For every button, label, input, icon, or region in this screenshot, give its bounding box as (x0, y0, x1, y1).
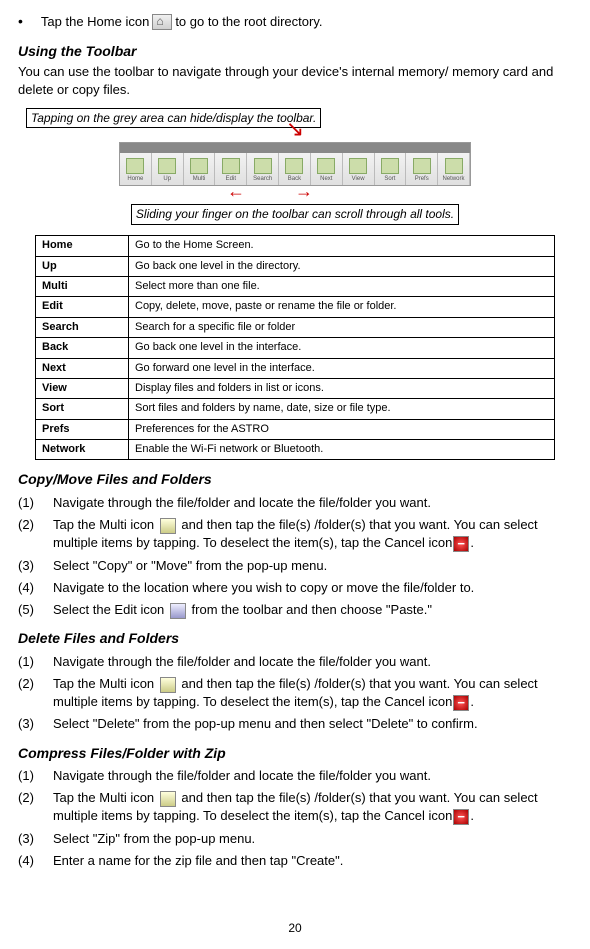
cancel-icon (453, 536, 469, 552)
list-item: Navigate through the file/folder and loc… (18, 767, 572, 785)
heading-using-toolbar: Using the Toolbar (18, 42, 572, 62)
tb-sort: Sort (375, 143, 407, 185)
callout-bottom: Sliding your finger on the toolbar can s… (131, 204, 459, 225)
tb-back: Back (279, 143, 311, 185)
page-number: 20 (18, 920, 572, 937)
compress-steps: Navigate through the file/folder and loc… (18, 767, 572, 870)
table-row: NetworkEnable the Wi-Fi network or Bluet… (36, 440, 555, 460)
list-item: Tap the Multi icon and then tap the file… (18, 675, 572, 711)
callout-bottom-wrap: Sliding your finger on the toolbar can s… (18, 204, 572, 225)
edit-icon (170, 603, 186, 619)
arrows-left-right-icon: ←→ (18, 186, 572, 200)
table-row: SortSort files and folders by name, date… (36, 399, 555, 419)
table-row: UpGo back one level in the directory. (36, 256, 555, 276)
list-item: Navigate through the file/folder and loc… (18, 653, 572, 671)
tb-search: Search (247, 143, 279, 185)
tb-multi: Multi (184, 143, 216, 185)
heading-delete: Delete Files and Folders (18, 629, 572, 649)
delete-steps: Navigate through the file/folder and loc… (18, 653, 572, 734)
table-row: BackGo back one level in the interface. (36, 338, 555, 358)
table-row: PrefsPreferences for the ASTRO (36, 419, 555, 439)
multi-icon (160, 791, 176, 807)
table-row: ViewDisplay files and folders in list or… (36, 378, 555, 398)
list-item: Select "Zip" from the pop-up menu. (18, 830, 572, 848)
cancel-icon (453, 695, 469, 711)
tb-next: Next (311, 143, 343, 185)
intro-text-after: to go to the root directory. (175, 13, 322, 31)
heading-compress: Compress Files/Folder with Zip (18, 744, 572, 764)
intro-bullet: • Tap the Home icon to go to the root di… (18, 12, 572, 32)
cancel-icon (453, 809, 469, 825)
list-item: Tap the Multi icon and then tap the file… (18, 789, 572, 825)
copy-move-steps: Navigate through the file/folder and loc… (18, 494, 572, 619)
tb-network: Network (438, 143, 470, 185)
tb-home: Home (120, 143, 152, 185)
bullet-dot: • (18, 12, 23, 32)
intro-text-before: Tap the Home icon (41, 13, 149, 31)
list-item: Enter a name for the zip file and then t… (18, 852, 572, 870)
table-row: EditCopy, delete, move, paste or rename … (36, 297, 555, 317)
table-row: SearchSearch for a specific file or fold… (36, 317, 555, 337)
tools-table: HomeGo to the Home Screen. UpGo back one… (35, 235, 555, 460)
toolbar-screenshot: Home Up Multi Edit Search Back Next View… (119, 142, 471, 186)
table-row: MultiSelect more than one file. (36, 276, 555, 296)
using-toolbar-para: You can use the toolbar to navigate thro… (18, 63, 572, 99)
tb-edit: Edit (215, 143, 247, 185)
callout-top: Tapping on the grey area can hide/displa… (26, 108, 321, 129)
tb-view: View (343, 143, 375, 185)
list-item: Select "Delete" from the pop-up menu and… (18, 715, 572, 733)
multi-icon (160, 518, 176, 534)
list-item: Navigate to the location where you wish … (18, 579, 572, 597)
home-icon (152, 14, 172, 30)
tb-prefs: Prefs (406, 143, 438, 185)
table-row: NextGo forward one level in the interfac… (36, 358, 555, 378)
heading-copy-move: Copy/Move Files and Folders (18, 470, 572, 490)
list-item: Tap the Multi icon and then tap the file… (18, 516, 572, 552)
tb-up: Up (152, 143, 184, 185)
list-item: Select the Edit icon from the toolbar an… (18, 601, 572, 619)
list-item: Navigate through the file/folder and loc… (18, 494, 572, 512)
multi-icon (160, 677, 176, 693)
table-row: HomeGo to the Home Screen. (36, 236, 555, 256)
list-item: Select "Copy" or "Move" from the pop-up … (18, 557, 572, 575)
